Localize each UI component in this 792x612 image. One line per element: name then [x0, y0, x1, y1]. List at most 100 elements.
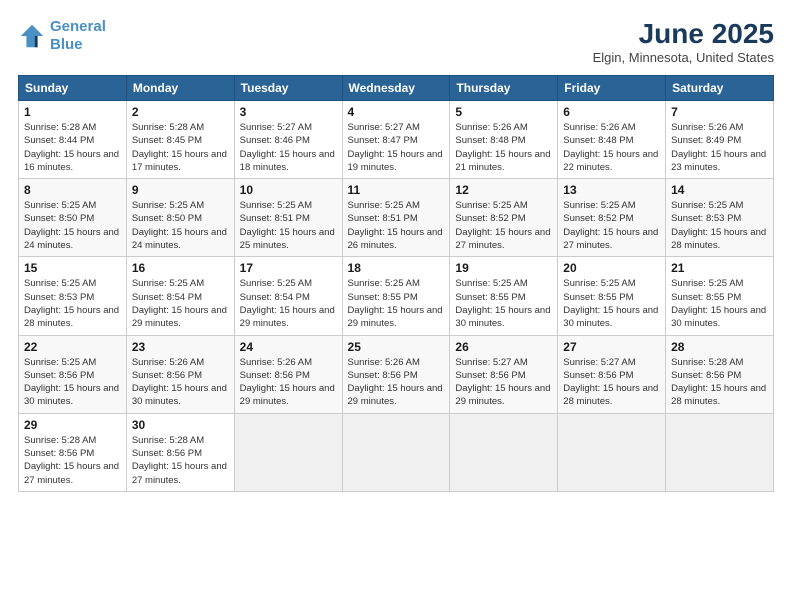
day-number: 13 — [563, 183, 660, 197]
logo-icon — [18, 22, 46, 50]
table-row: 7 Sunrise: 5:26 AM Sunset: 8:49 PM Dayli… — [666, 101, 774, 179]
day-number: 23 — [132, 340, 229, 354]
table-row: 4 Sunrise: 5:27 AM Sunset: 8:47 PM Dayli… — [342, 101, 450, 179]
table-row: 20 Sunrise: 5:25 AM Sunset: 8:55 PM Dayl… — [558, 257, 666, 335]
day-number: 16 — [132, 261, 229, 275]
table-row: 16 Sunrise: 5:25 AM Sunset: 8:54 PM Dayl… — [126, 257, 234, 335]
header-row: Sunday Monday Tuesday Wednesday Thursday… — [19, 76, 774, 101]
day-number: 7 — [671, 105, 768, 119]
table-row: 22 Sunrise: 5:25 AM Sunset: 8:56 PM Dayl… — [19, 335, 127, 413]
day-info: Sunrise: 5:28 AM Sunset: 8:56 PM Dayligh… — [671, 356, 768, 409]
table-row — [450, 413, 558, 491]
day-number: 9 — [132, 183, 229, 197]
day-number: 17 — [240, 261, 337, 275]
col-friday: Friday — [558, 76, 666, 101]
table-row: 30 Sunrise: 5:28 AM Sunset: 8:56 PM Dayl… — [126, 413, 234, 491]
table-row: 12 Sunrise: 5:25 AM Sunset: 8:52 PM Dayl… — [450, 179, 558, 257]
calendar-row: 15 Sunrise: 5:25 AM Sunset: 8:53 PM Dayl… — [19, 257, 774, 335]
day-number: 25 — [348, 340, 445, 354]
table-row: 28 Sunrise: 5:28 AM Sunset: 8:56 PM Dayl… — [666, 335, 774, 413]
day-info: Sunrise: 5:28 AM Sunset: 8:56 PM Dayligh… — [132, 434, 229, 487]
day-info: Sunrise: 5:25 AM Sunset: 8:51 PM Dayligh… — [348, 199, 445, 252]
day-number: 21 — [671, 261, 768, 275]
col-thursday: Thursday — [450, 76, 558, 101]
day-number: 6 — [563, 105, 660, 119]
logo-line2: Blue — [50, 36, 83, 53]
table-row: 25 Sunrise: 5:26 AM Sunset: 8:56 PM Dayl… — [342, 335, 450, 413]
day-info: Sunrise: 5:26 AM Sunset: 8:56 PM Dayligh… — [348, 356, 445, 409]
logo-line1: General — [50, 18, 106, 35]
location: Elgin, Minnesota, United States — [593, 50, 774, 65]
day-info: Sunrise: 5:25 AM Sunset: 8:50 PM Dayligh… — [132, 199, 229, 252]
day-info: Sunrise: 5:25 AM Sunset: 8:56 PM Dayligh… — [24, 356, 121, 409]
calendar-header: Sunday Monday Tuesday Wednesday Thursday… — [19, 76, 774, 101]
day-info: Sunrise: 5:26 AM Sunset: 8:56 PM Dayligh… — [132, 356, 229, 409]
title-block: June 2025 Elgin, Minnesota, United State… — [593, 18, 774, 65]
table-row: 10 Sunrise: 5:25 AM Sunset: 8:51 PM Dayl… — [234, 179, 342, 257]
table-row: 24 Sunrise: 5:26 AM Sunset: 8:56 PM Dayl… — [234, 335, 342, 413]
calendar-body: 1 Sunrise: 5:28 AM Sunset: 8:44 PM Dayli… — [19, 101, 774, 492]
calendar-row: 29 Sunrise: 5:28 AM Sunset: 8:56 PM Dayl… — [19, 413, 774, 491]
calendar: Sunday Monday Tuesday Wednesday Thursday… — [18, 75, 774, 492]
table-row: 8 Sunrise: 5:25 AM Sunset: 8:50 PM Dayli… — [19, 179, 127, 257]
day-number: 24 — [240, 340, 337, 354]
table-row: 26 Sunrise: 5:27 AM Sunset: 8:56 PM Dayl… — [450, 335, 558, 413]
day-number: 11 — [348, 183, 445, 197]
day-info: Sunrise: 5:27 AM Sunset: 8:56 PM Dayligh… — [455, 356, 552, 409]
table-row — [558, 413, 666, 491]
day-number: 3 — [240, 105, 337, 119]
table-row: 9 Sunrise: 5:25 AM Sunset: 8:50 PM Dayli… — [126, 179, 234, 257]
day-info: Sunrise: 5:28 AM Sunset: 8:44 PM Dayligh… — [24, 121, 121, 174]
table-row: 17 Sunrise: 5:25 AM Sunset: 8:54 PM Dayl… — [234, 257, 342, 335]
day-number: 4 — [348, 105, 445, 119]
table-row — [342, 413, 450, 491]
header: General Blue June 2025 Elgin, Minnesota,… — [18, 18, 774, 65]
logo: General Blue — [18, 18, 106, 54]
day-info: Sunrise: 5:25 AM Sunset: 8:52 PM Dayligh… — [455, 199, 552, 252]
day-info: Sunrise: 5:25 AM Sunset: 8:52 PM Dayligh… — [563, 199, 660, 252]
table-row: 18 Sunrise: 5:25 AM Sunset: 8:55 PM Dayl… — [342, 257, 450, 335]
day-info: Sunrise: 5:27 AM Sunset: 8:47 PM Dayligh… — [348, 121, 445, 174]
day-number: 29 — [24, 418, 121, 432]
day-info: Sunrise: 5:26 AM Sunset: 8:49 PM Dayligh… — [671, 121, 768, 174]
day-info: Sunrise: 5:25 AM Sunset: 8:55 PM Dayligh… — [455, 277, 552, 330]
day-number: 20 — [563, 261, 660, 275]
day-number: 19 — [455, 261, 552, 275]
table-row: 1 Sunrise: 5:28 AM Sunset: 8:44 PM Dayli… — [19, 101, 127, 179]
col-wednesday: Wednesday — [342, 76, 450, 101]
day-number: 1 — [24, 105, 121, 119]
month-title: June 2025 — [593, 18, 774, 50]
day-info: Sunrise: 5:26 AM Sunset: 8:48 PM Dayligh… — [455, 121, 552, 174]
day-info: Sunrise: 5:25 AM Sunset: 8:55 PM Dayligh… — [563, 277, 660, 330]
col-monday: Monday — [126, 76, 234, 101]
day-number: 14 — [671, 183, 768, 197]
calendar-row: 1 Sunrise: 5:28 AM Sunset: 8:44 PM Dayli… — [19, 101, 774, 179]
day-info: Sunrise: 5:27 AM Sunset: 8:56 PM Dayligh… — [563, 356, 660, 409]
table-row — [666, 413, 774, 491]
logo-text: General Blue — [50, 18, 106, 54]
day-info: Sunrise: 5:25 AM Sunset: 8:55 PM Dayligh… — [348, 277, 445, 330]
day-info: Sunrise: 5:25 AM Sunset: 8:53 PM Dayligh… — [671, 199, 768, 252]
table-row: 14 Sunrise: 5:25 AM Sunset: 8:53 PM Dayl… — [666, 179, 774, 257]
table-row: 2 Sunrise: 5:28 AM Sunset: 8:45 PM Dayli… — [126, 101, 234, 179]
day-info: Sunrise: 5:25 AM Sunset: 8:53 PM Dayligh… — [24, 277, 121, 330]
day-info: Sunrise: 5:26 AM Sunset: 8:48 PM Dayligh… — [563, 121, 660, 174]
table-row: 19 Sunrise: 5:25 AM Sunset: 8:55 PM Dayl… — [450, 257, 558, 335]
calendar-row: 22 Sunrise: 5:25 AM Sunset: 8:56 PM Dayl… — [19, 335, 774, 413]
table-row: 27 Sunrise: 5:27 AM Sunset: 8:56 PM Dayl… — [558, 335, 666, 413]
table-row: 3 Sunrise: 5:27 AM Sunset: 8:46 PM Dayli… — [234, 101, 342, 179]
table-row: 21 Sunrise: 5:25 AM Sunset: 8:55 PM Dayl… — [666, 257, 774, 335]
day-info: Sunrise: 5:25 AM Sunset: 8:54 PM Dayligh… — [240, 277, 337, 330]
day-number: 26 — [455, 340, 552, 354]
day-info: Sunrise: 5:28 AM Sunset: 8:45 PM Dayligh… — [132, 121, 229, 174]
day-number: 12 — [455, 183, 552, 197]
table-row: 5 Sunrise: 5:26 AM Sunset: 8:48 PM Dayli… — [450, 101, 558, 179]
day-info: Sunrise: 5:25 AM Sunset: 8:51 PM Dayligh… — [240, 199, 337, 252]
day-number: 5 — [455, 105, 552, 119]
day-info: Sunrise: 5:27 AM Sunset: 8:46 PM Dayligh… — [240, 121, 337, 174]
day-info: Sunrise: 5:25 AM Sunset: 8:55 PM Dayligh… — [671, 277, 768, 330]
day-info: Sunrise: 5:26 AM Sunset: 8:56 PM Dayligh… — [240, 356, 337, 409]
col-tuesday: Tuesday — [234, 76, 342, 101]
table-row: 23 Sunrise: 5:26 AM Sunset: 8:56 PM Dayl… — [126, 335, 234, 413]
table-row — [234, 413, 342, 491]
